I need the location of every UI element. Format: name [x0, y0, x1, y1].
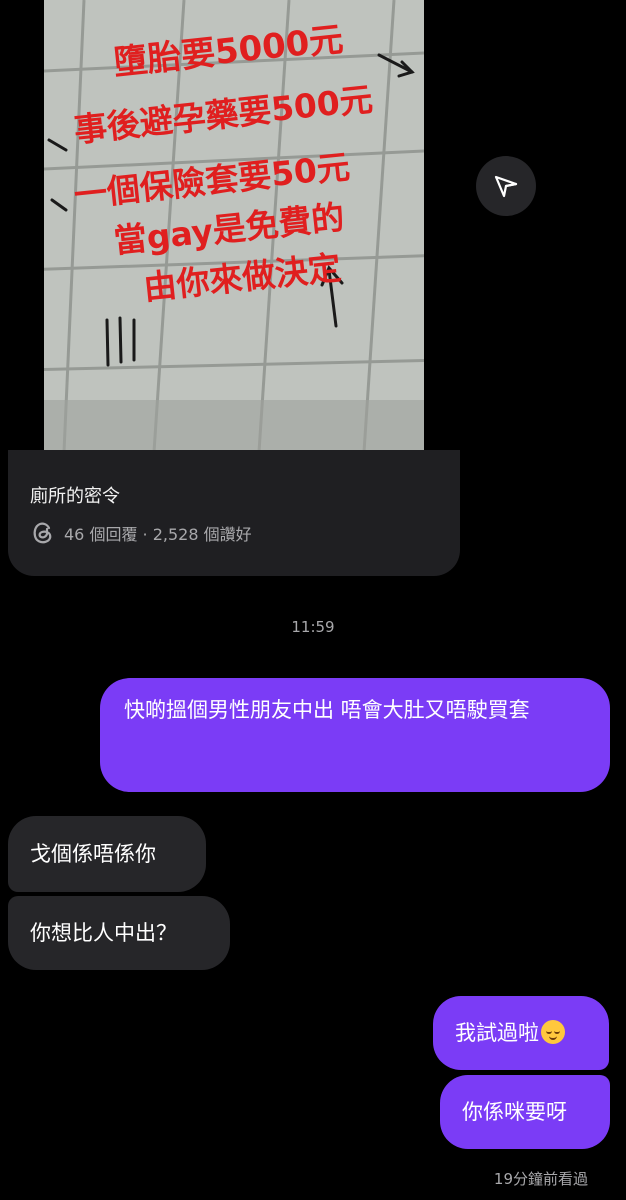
post-title: 廁所的密令 [30, 486, 120, 507]
tile-photo: 墮胎要5000元 事後避孕藥要500元 一個保險套要50元 當gay是免費的 由… [44, 0, 424, 452]
message-bubble-received[interactable]: 戈個係唔係你 [8, 816, 206, 892]
post-stats: 46 個回覆 · 2,528 個讚好 [64, 525, 252, 544]
send-icon [494, 175, 518, 198]
message-bubble-sent[interactable]: 我試過啦 [433, 996, 609, 1070]
message-bubble-sent[interactable]: 快啲搵個男性朋友中出 唔會大肚又唔駛買套 [100, 678, 610, 792]
seen-status: 19分鐘前看過 [493, 1170, 588, 1188]
shared-post-card[interactable]: 廁所的密令 46 個回覆 · 2,528 個讚好 [8, 450, 460, 576]
message-bubble-received[interactable]: 你想比人中出？ [8, 896, 230, 970]
post-meta: 46 個回覆 · 2,528 個讚好 [30, 520, 252, 546]
message-timestamp: 11:59 [291, 618, 335, 636]
shared-post-image[interactable]: 墮胎要5000元 事後避孕藥要500元 一個保險套要50元 當gay是免費的 由… [44, 0, 424, 452]
message-bubble-sent[interactable]: 你係咪要呀 [440, 1075, 610, 1149]
threads-icon [33, 522, 52, 544]
relieved-face-emoji-icon [541, 1020, 565, 1044]
share-button[interactable] [476, 156, 536, 216]
message-text: 我試過啦 [455, 1021, 539, 1045]
